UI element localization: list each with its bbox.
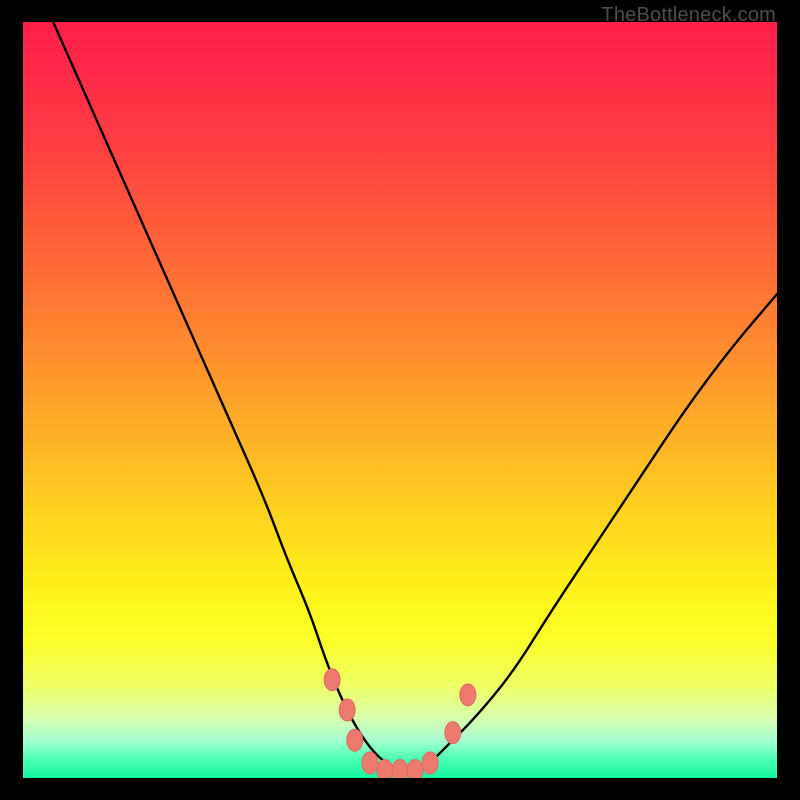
bead-left-upper xyxy=(324,669,340,691)
bottleneck-curve xyxy=(53,22,777,770)
plot-area xyxy=(23,22,777,778)
bead-right-lower xyxy=(445,722,461,744)
bead-bottom-1 xyxy=(362,752,378,774)
chart-stage: TheBottleneck.com xyxy=(0,0,800,800)
bead-bottom-3 xyxy=(392,759,408,778)
bead-bottom-4 xyxy=(407,759,423,778)
watermark-text: TheBottleneck.com xyxy=(601,4,776,27)
chart-svg xyxy=(23,22,777,778)
bead-left-lower xyxy=(347,729,363,751)
bead-bottom-2 xyxy=(377,759,393,778)
bead-left-mid xyxy=(339,699,355,721)
bead-bottom-5 xyxy=(422,752,438,774)
bead-right-upper xyxy=(460,684,476,706)
curve-markers xyxy=(324,669,476,778)
